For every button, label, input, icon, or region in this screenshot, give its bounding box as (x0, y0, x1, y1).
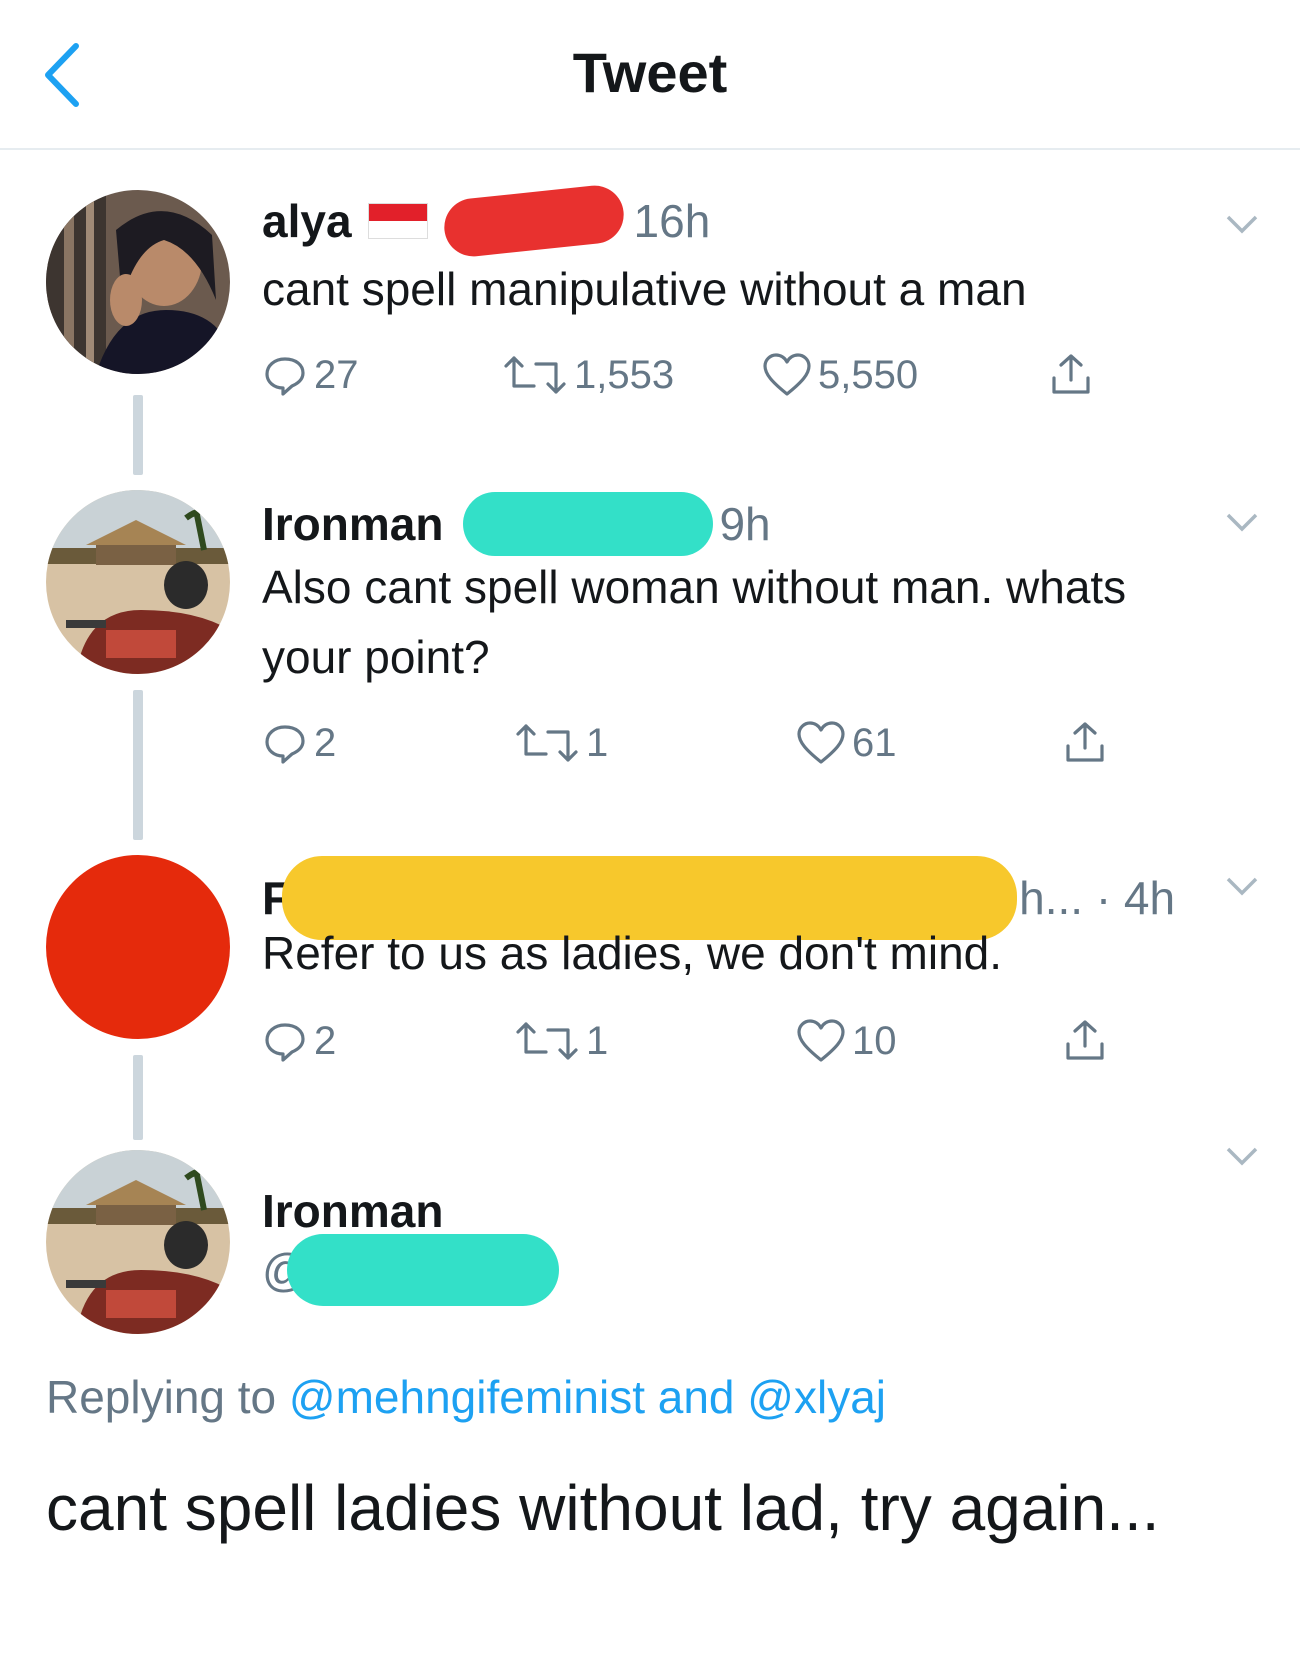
share-icon (1066, 1020, 1104, 1060)
redaction-mark (440, 182, 627, 260)
tweet-meta: Ironman 9h (262, 492, 771, 556)
redaction-mark (463, 492, 714, 556)
replying-label: Replying to (46, 1371, 277, 1423)
tweet-text: Also cant spell woman without man. whats… (262, 561, 1127, 683)
timestamp[interactable]: 16h (634, 194, 711, 248)
reply-count: 2 (314, 720, 337, 765)
share-button[interactable] (1062, 1018, 1114, 1064)
reply-button[interactable]: 2 (262, 720, 336, 766)
retweet-icon (516, 1022, 578, 1060)
heart-icon (763, 353, 811, 396)
tweet-meta: Ironman (262, 1184, 443, 1238)
reply-count: 2 (314, 1018, 337, 1063)
caret-down-icon[interactable] (1222, 870, 1262, 900)
like-button[interactable]: 61 (796, 720, 897, 766)
redaction-mark (286, 1234, 559, 1306)
top-bar: Tweet (0, 0, 1300, 150)
like-count: 10 (852, 1018, 897, 1063)
replying-to: Replying to @mehngifeminist and @xlyaj (46, 1370, 886, 1424)
timestamp[interactable]: 9h (719, 497, 770, 551)
indonesia-flag-icon (367, 203, 428, 239)
handle-row: @ (262, 1234, 559, 1306)
reply-icon (265, 725, 305, 764)
retweet-button[interactable]: 1,553 (502, 352, 674, 398)
like-button[interactable]: 10 (796, 1018, 897, 1064)
share-icon (1066, 722, 1104, 762)
reply-button[interactable]: 27 (262, 352, 359, 398)
main-tweet-text: cant spell ladies without lad, try again… (46, 1472, 1160, 1544)
tweet-text: cant spell manipulative without a man (262, 263, 1027, 315)
retweet-count: 1 (586, 1018, 609, 1063)
tweet-text: Refer to us as ladies, we don't mind. (262, 927, 1003, 979)
heart-icon (797, 1019, 845, 1062)
share-button[interactable] (1048, 352, 1100, 398)
caret-down-icon[interactable] (1222, 1140, 1262, 1170)
reply-button[interactable]: 2 (262, 1018, 336, 1064)
like-count: 5,550 (818, 352, 919, 397)
avatar-ironman[interactable] (46, 1150, 230, 1334)
timestamp[interactable]: h... · 4h (1019, 871, 1175, 925)
caret-down-icon[interactable] (1222, 208, 1262, 238)
avatar-alya[interactable] (46, 190, 230, 374)
reply-icon (265, 1023, 305, 1062)
retweet-button[interactable]: 1 (514, 720, 608, 766)
reply-icon (265, 357, 305, 396)
share-icon (1052, 354, 1090, 394)
like-button[interactable]: 5,550 (762, 352, 918, 398)
avatar-ironman[interactable] (46, 490, 230, 674)
tweet-actions: 2 1 10 (262, 1018, 1142, 1078)
retweet-count: 1 (586, 720, 609, 765)
thread-connector (133, 395, 143, 475)
display-name[interactable]: alya (262, 194, 352, 248)
share-button[interactable] (1062, 720, 1114, 766)
retweet-icon (516, 724, 578, 762)
heart-icon (797, 721, 845, 764)
mention-and[interactable]: and (658, 1371, 735, 1423)
mention-link[interactable]: @mehngifeminist (289, 1371, 645, 1423)
display-name[interactable]: Ironman (262, 497, 443, 551)
mention-link[interactable]: @xlyaj (747, 1371, 886, 1423)
retweet-icon (504, 356, 566, 394)
thread-connector (133, 1055, 143, 1140)
page-title: Tweet (572, 41, 728, 104)
tweet-actions: 2 1 61 (262, 720, 1142, 780)
avatar-redacted[interactable] (46, 855, 230, 1039)
like-count: 61 (852, 720, 897, 765)
reply-count: 27 (314, 352, 359, 397)
tweet-actions: 27 1,553 5,550 (262, 352, 1142, 412)
retweet-count: 1,553 (574, 352, 675, 397)
tweet-meta: alya 16h (262, 182, 711, 260)
retweet-button[interactable]: 1 (514, 1018, 608, 1064)
caret-down-icon[interactable] (1222, 506, 1262, 536)
display-name[interactable]: Ironman (262, 1184, 443, 1238)
thread-connector (133, 690, 143, 840)
